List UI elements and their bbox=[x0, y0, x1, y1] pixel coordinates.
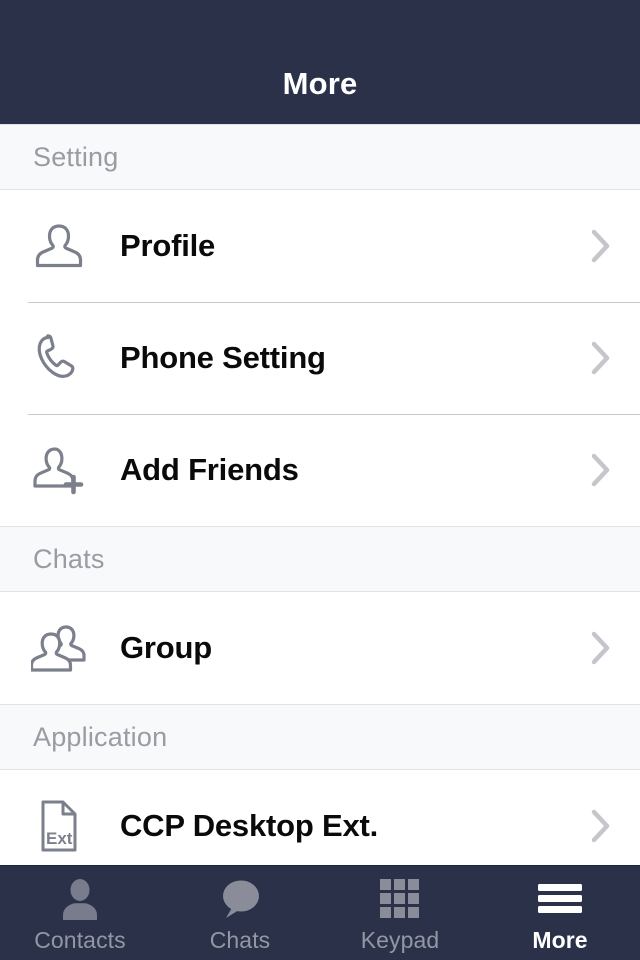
list-item-group[interactable]: Group bbox=[0, 592, 640, 704]
tab-label: More bbox=[532, 927, 588, 953]
tab-chats[interactable]: Chats bbox=[160, 866, 320, 960]
list-item-profile[interactable]: Profile bbox=[0, 190, 640, 302]
person-outline-icon bbox=[28, 215, 90, 277]
chevron-right-icon bbox=[588, 340, 614, 376]
list-item-label: Add Friends bbox=[120, 452, 299, 487]
list-item-label: Group bbox=[120, 630, 212, 665]
list-item-label: Phone Setting bbox=[120, 340, 326, 375]
section-header-setting: Setting bbox=[0, 124, 640, 190]
tab-label: Keypad bbox=[360, 927, 440, 953]
tab-label: Contacts bbox=[34, 927, 126, 953]
person-filled-icon bbox=[60, 878, 100, 920]
tab-label: Chats bbox=[209, 927, 271, 953]
section-header-label: Chats bbox=[33, 543, 105, 574]
section-header-chats: Chats bbox=[0, 526, 640, 592]
chevron-right-icon bbox=[588, 228, 614, 264]
tab-keypad[interactable]: Keypad bbox=[320, 866, 480, 960]
phone-handset-icon bbox=[28, 327, 90, 389]
section-header-application: Application bbox=[0, 704, 640, 770]
grid-keypad-icon bbox=[379, 878, 421, 920]
navigation-bar: More bbox=[0, 0, 640, 124]
list-item-label: Profile bbox=[120, 228, 216, 263]
speech-bubble-icon bbox=[219, 878, 261, 920]
section-header-label: Application bbox=[33, 721, 168, 752]
person-add-icon bbox=[28, 439, 90, 501]
people-group-icon bbox=[28, 617, 90, 679]
page-title: More bbox=[282, 66, 358, 101]
list-item-label: CCP Desktop Ext. bbox=[120, 808, 379, 843]
chevron-right-icon bbox=[588, 452, 614, 488]
chevron-right-icon bbox=[588, 630, 614, 666]
document-ext-icon-text: Ext. bbox=[46, 829, 77, 848]
list-item-ccp-desktop-ext[interactable]: Ext. CCP Desktop Ext. bbox=[0, 770, 640, 865]
tab-more[interactable]: More bbox=[480, 866, 640, 960]
document-ext-icon: Ext. bbox=[28, 795, 90, 857]
bottom-tab-bar: Contacts Chats Keypad More bbox=[0, 865, 640, 960]
list-item-add-friends[interactable]: Add Friends bbox=[0, 414, 640, 526]
section-header-label: Setting bbox=[33, 141, 119, 172]
chevron-right-icon bbox=[588, 808, 614, 844]
list-item-phone-setting[interactable]: Phone Setting bbox=[0, 302, 640, 414]
settings-list[interactable]: Setting Profile Phone Setting Add Friend… bbox=[0, 124, 640, 865]
tab-contacts[interactable]: Contacts bbox=[0, 866, 160, 960]
hamburger-menu-icon bbox=[537, 878, 583, 920]
